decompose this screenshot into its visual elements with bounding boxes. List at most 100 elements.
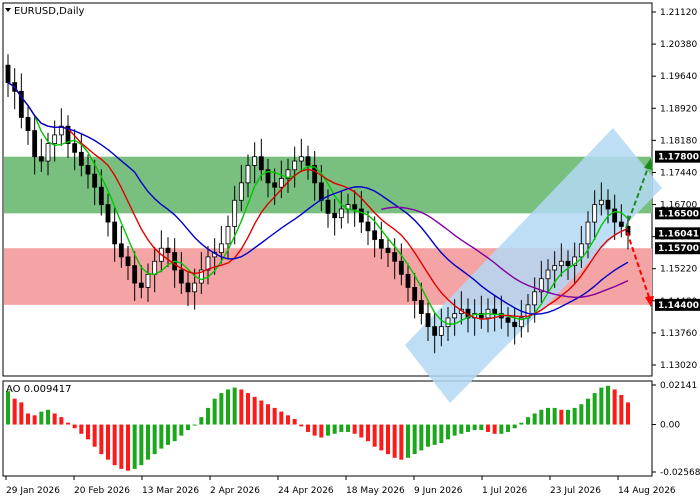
candle-body — [558, 260, 564, 267]
ao-bar — [406, 424, 410, 458]
price-tick-label: 1.13020 — [660, 361, 697, 371]
candle-body — [445, 317, 451, 328]
candle-body — [505, 317, 511, 323]
ao-bar — [539, 409, 544, 425]
ao-bar — [579, 404, 584, 425]
ao-bar — [412, 424, 417, 455]
candle-body — [358, 208, 364, 223]
ao-bar — [292, 419, 297, 425]
candle-body — [398, 260, 404, 275]
candle-body — [118, 243, 124, 258]
ao-bar — [366, 424, 370, 442]
price-level-label: 1.16500 — [658, 209, 699, 219]
candle-body — [278, 178, 284, 188]
ao-bar — [206, 407, 210, 425]
price-tick-label: 1.18920 — [660, 104, 697, 114]
ao-histogram — [6, 385, 630, 471]
ao-bar — [106, 424, 110, 460]
ao-bar — [159, 424, 164, 449]
triangle-down-icon[interactable] — [5, 8, 11, 12]
ao-bar — [352, 424, 357, 434]
ao-bar — [359, 424, 364, 438]
candle-body — [112, 221, 118, 245]
ao-bar — [259, 400, 264, 425]
ao-bar — [379, 424, 384, 451]
candle-body — [532, 291, 538, 306]
candle-body — [332, 212, 338, 219]
ao-bar — [179, 424, 184, 436]
ao-bar — [372, 424, 377, 447]
candle-body — [5, 64, 11, 83]
time-tick-label: 2 Apr 2026 — [210, 486, 260, 496]
candle-body — [125, 256, 131, 267]
ao-bar — [599, 387, 604, 425]
ao-bar — [146, 424, 150, 460]
ao-bar — [586, 398, 590, 425]
ao-bar — [319, 424, 324, 438]
candle-body — [605, 199, 611, 210]
candle-body — [385, 247, 391, 253]
candle-body — [232, 199, 238, 227]
time-tick-label: 18 May 2026 — [346, 486, 405, 496]
ao-bar — [552, 407, 557, 425]
candle-body — [98, 186, 104, 206]
candle-body — [258, 156, 264, 171]
candle-body — [238, 182, 244, 201]
ao-bar — [166, 424, 170, 445]
candle-body — [272, 182, 278, 188]
ao-bar — [612, 389, 617, 425]
ao-tick-label: 0.02141 — [660, 381, 697, 391]
ao-bar — [492, 424, 497, 434]
ao-bar — [452, 424, 457, 436]
ao-bar — [59, 417, 64, 425]
ao-bar — [619, 394, 624, 425]
candle-body — [592, 204, 598, 223]
candle-body — [565, 260, 571, 267]
ao-bar — [392, 424, 397, 458]
candle-body — [78, 151, 84, 166]
candle-body — [412, 287, 418, 301]
ao-bar — [526, 417, 530, 425]
ao-tick-label: 0.00 — [660, 421, 680, 431]
ao-bar — [112, 424, 117, 466]
ao-bar — [72, 424, 77, 429]
ao-bar — [439, 424, 444, 444]
candle-body — [218, 243, 224, 253]
candle-body — [92, 173, 98, 188]
candle-body — [32, 130, 38, 158]
time-tick-label: 24 Apr 2026 — [278, 486, 334, 496]
price-tick-label: 1.17440 — [660, 168, 697, 178]
ao-bar — [606, 385, 610, 425]
candle-body — [245, 165, 251, 184]
candle-body — [138, 282, 144, 288]
ao-bar — [432, 424, 437, 445]
candle-body — [185, 282, 191, 293]
candle-body — [145, 273, 151, 288]
ao-bar — [212, 398, 217, 425]
ao-bar — [132, 424, 137, 469]
ao-bar — [126, 424, 130, 471]
ao-bar — [226, 389, 230, 425]
price-chart[interactable]: EURUSD,Daily 1.21120 1.20380 1.19640 1.1892… — [0, 0, 700, 500]
candle-body — [432, 326, 438, 336]
ao-bar — [279, 411, 284, 425]
ao-bar — [266, 404, 270, 425]
ao-bar — [286, 415, 290, 425]
candle-body — [492, 308, 498, 314]
ao-bar — [459, 424, 464, 434]
ao-bar — [472, 424, 477, 431]
candle-body — [585, 221, 591, 245]
ao-bar — [186, 424, 190, 431]
ao-bar — [512, 424, 517, 429]
ao-bar — [339, 424, 344, 432]
ao-bar — [232, 387, 237, 425]
ao-bar — [332, 424, 337, 434]
ao-bar — [172, 424, 177, 442]
ao-bar — [32, 415, 37, 425]
time-tick-label: 23 Jul 2026 — [550, 486, 601, 496]
ao-bar — [386, 424, 390, 455]
ao-bar — [546, 407, 550, 425]
time-tick-label: 13 Mar 2026 — [142, 486, 199, 496]
ao-bar — [566, 409, 570, 425]
candle-body — [405, 273, 411, 288]
